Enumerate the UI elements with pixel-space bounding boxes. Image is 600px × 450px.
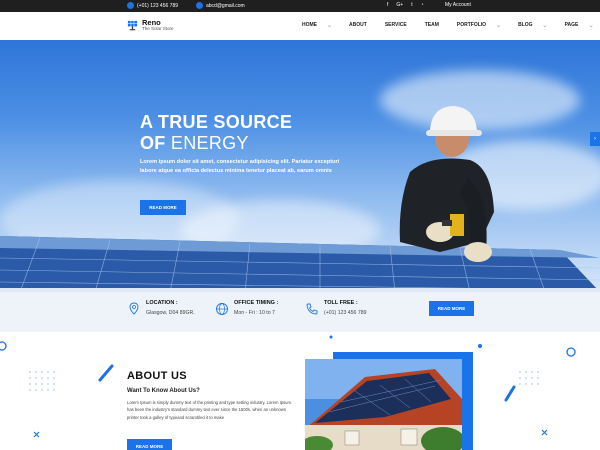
email-text: abcd@gmail.com xyxy=(206,2,245,9)
logo-subtitle: The Solar Store xyxy=(142,26,174,31)
globe-icon xyxy=(216,303,228,315)
top-bar: (+01) 123 456 789 abcd@gmail.com f G+ t … xyxy=(0,0,600,12)
phone-icon xyxy=(306,303,318,315)
facebook-icon[interactable]: f xyxy=(387,2,388,8)
toll-free-info: TOLL FREE : (+01) 123 456 789 xyxy=(305,299,367,318)
social-links: f G+ t ◔ xyxy=(387,2,424,8)
nav-label: TEAM xyxy=(424,22,439,28)
hero-title-line2-bold: OF xyxy=(140,133,166,153)
email-icon xyxy=(196,2,203,9)
phone-icon xyxy=(127,2,134,9)
nav-label: HOME xyxy=(302,22,317,28)
nav-item-about[interactable]: ABOUT xyxy=(349,22,376,28)
solar-panel-logo-icon xyxy=(127,20,138,31)
nav-item-team[interactable]: TEAM xyxy=(425,22,448,28)
info-read-more-button[interactable]: READ MORE xyxy=(429,301,474,316)
worker-image xyxy=(399,106,494,262)
about-subtitle: Want To Know About Us? xyxy=(127,388,200,394)
toll-free-label: TOLL FREE : xyxy=(324,300,358,306)
logo[interactable]: Reno The Solar Store xyxy=(127,19,174,32)
hero-read-more-button[interactable]: READ MORE xyxy=(140,200,186,215)
office-timing-info: OFFICE TIMING : Mon - Fri : 10 to 7 xyxy=(215,299,278,318)
about-section: ABOUT US Want To Know About Us? Lorem Ip… xyxy=(0,332,600,450)
chevron-down-icon: ⌵ xyxy=(328,22,332,28)
nav-item-portfolio[interactable]: PORTFOLIO ⌵ xyxy=(457,22,509,28)
map-pin-icon xyxy=(129,302,139,315)
phone-text: (+01) 123 456 789 xyxy=(137,2,179,9)
office-timing-value: Mon - Fri : 10 to 7 xyxy=(234,310,275,316)
nav-item-home[interactable]: HOME ⌵ xyxy=(302,22,340,28)
email-contact[interactable]: abcd@gmail.com xyxy=(196,2,245,9)
office-timing-label: OFFICE TIMING : xyxy=(234,300,279,306)
hero-text: Lorem ipsum dolor sit amet, consectetur … xyxy=(140,159,340,174)
info-bar: LOCATION : Glasgow, D04 89GR. OFFICE TIM… xyxy=(0,292,600,332)
logo-title: Reno xyxy=(142,18,161,27)
rss-icon[interactable]: ◔ xyxy=(421,2,424,8)
toll-free-value: (+01) 123 456 789 xyxy=(324,310,367,316)
location-label: LOCATION : xyxy=(146,300,178,306)
chevron-down-icon: ⌵ xyxy=(497,22,501,28)
hero-banner: A TRUE SOURCE OF ENERGY Lorem ipsum dolo… xyxy=(0,40,600,292)
hero-title: A TRUE SOURCE OF ENERGY xyxy=(140,112,292,154)
hero-title-line2-normal: ENERGY xyxy=(165,133,249,153)
location-info: LOCATION : Glasgow, D04 89GR. xyxy=(127,299,195,318)
hero-title-line1: A TRUE SOURCE xyxy=(140,112,293,132)
house-solar-roof-image xyxy=(305,359,462,450)
nav-label: BLOG xyxy=(518,22,533,28)
about-title: ABOUT US xyxy=(127,370,187,382)
chevron-down-icon: ⌵ xyxy=(589,22,593,28)
phone-contact[interactable]: (+01) 123 456 789 xyxy=(127,2,178,9)
twitter-icon[interactable]: t xyxy=(411,2,412,8)
decorative-shapes xyxy=(0,335,576,438)
my-account-link[interactable]: My Account xyxy=(445,2,471,8)
nav-label: PORTFOLIO xyxy=(456,22,487,28)
about-text: Lorem Ipsum is simply dummy text of the … xyxy=(127,400,292,420)
location-value: Glasgow, D04 89GR. xyxy=(146,310,195,316)
chevron-down-icon: ⌵ xyxy=(543,22,547,28)
nav-item-blog[interactable]: BLOG ⌵ xyxy=(518,22,556,28)
site-header: Reno The Solar Store HOME ⌵ ABOUT SERVICE… xyxy=(0,12,600,40)
about-read-more-button[interactable]: READ MORE xyxy=(127,439,172,450)
nav-item-service[interactable]: SERVICE xyxy=(385,22,416,28)
chevron-right-icon[interactable]: › xyxy=(590,132,600,146)
nav-label: SERVICE xyxy=(384,22,407,28)
nav-label: ABOUT xyxy=(349,22,367,28)
google-plus-icon[interactable]: G+ xyxy=(396,2,403,8)
nav-item-page[interactable]: PAGE ⌵ xyxy=(565,22,600,28)
main-nav: HOME ⌵ ABOUT SERVICE TEAM PORTFOLIO ⌵ BLOG… xyxy=(302,22,600,28)
nav-label: PAGE xyxy=(564,22,579,28)
